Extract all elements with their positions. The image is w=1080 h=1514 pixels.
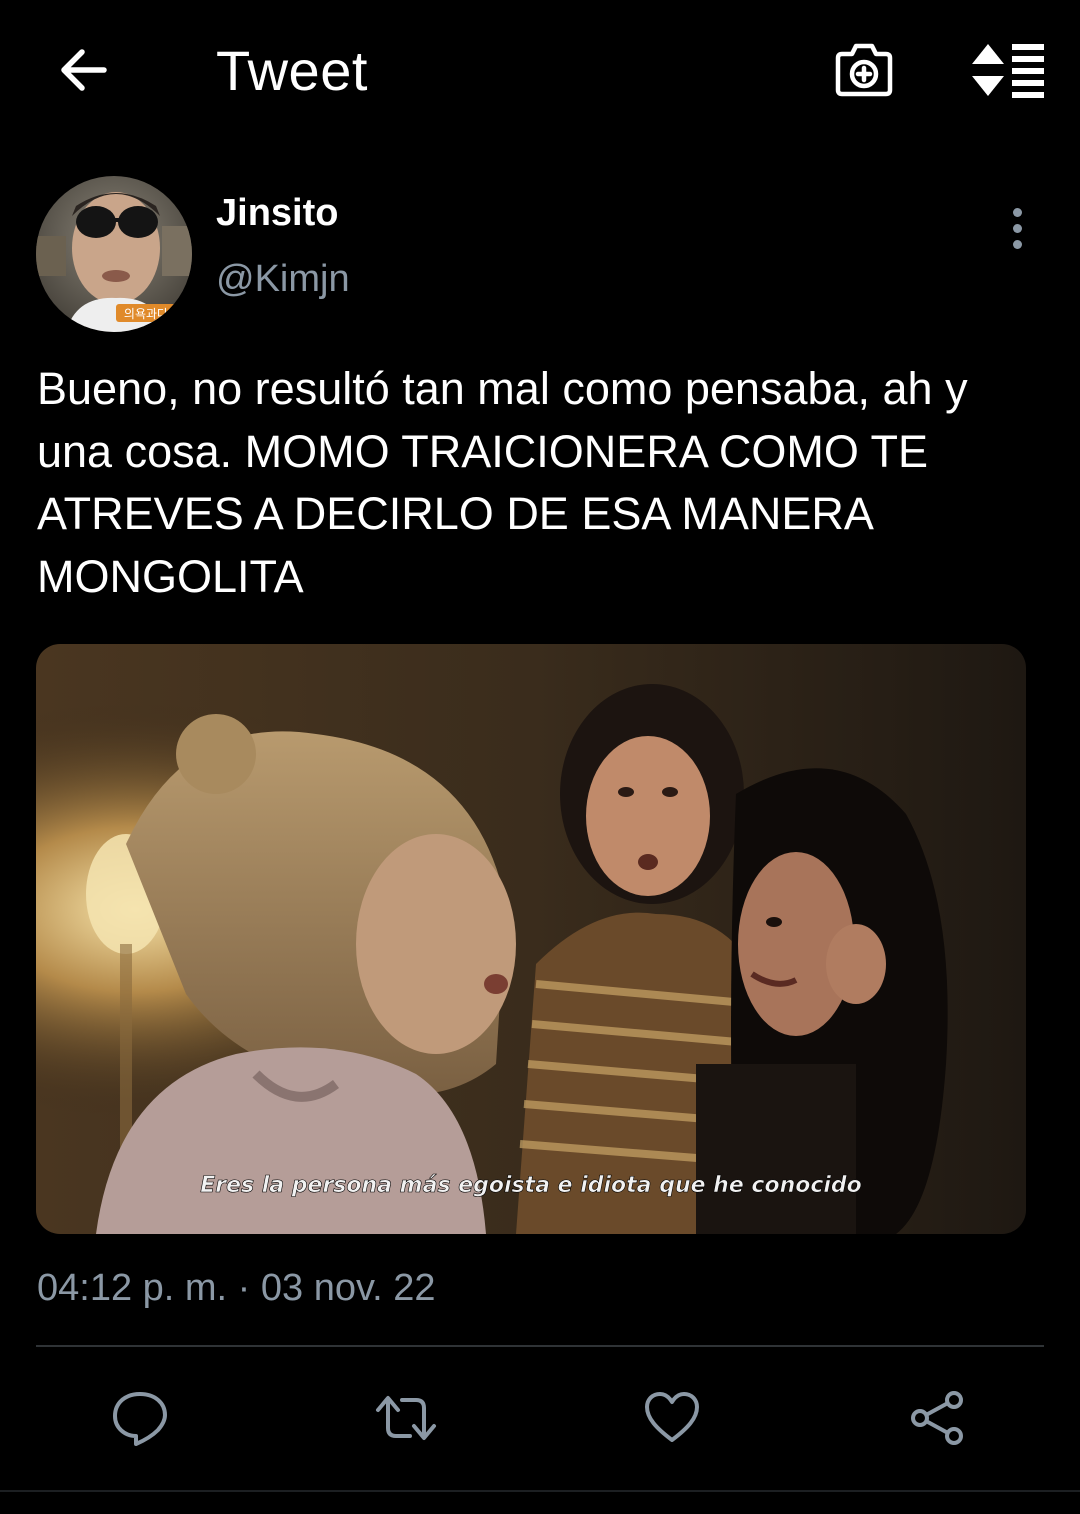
arrow-left-icon xyxy=(61,49,107,91)
sort-reorder-icon xyxy=(972,44,1044,98)
divider xyxy=(36,1345,1044,1347)
author-handle[interactable]: @Kimjn xyxy=(216,256,350,302)
avatar[interactable]: 의욕과다 xyxy=(36,176,192,332)
share-icon xyxy=(911,1391,963,1445)
camera-button[interactable] xyxy=(826,32,902,108)
more-vertical-icon xyxy=(1012,207,1022,217)
more-vertical-icon-dot xyxy=(1012,239,1022,249)
reply-bubble-icon xyxy=(113,1392,167,1446)
like-button[interactable] xyxy=(624,1370,720,1466)
retweet-icon xyxy=(376,1396,436,1440)
heart-icon xyxy=(645,1392,699,1442)
tweet-text: Bueno, no resultó tan mal como pensaba, … xyxy=(37,363,968,602)
media-subtitle: Eres la persona más egoista e idiota que… xyxy=(200,1173,862,1198)
tweet-actions-bar xyxy=(0,1370,1080,1466)
share-button[interactable] xyxy=(890,1370,986,1466)
page-title: Tweet xyxy=(216,39,368,102)
author-display-name[interactable]: Jinsito xyxy=(216,190,338,236)
avatar-caption: 의욕과다 xyxy=(124,307,168,321)
top-app-bar: Tweet xyxy=(0,0,1080,140)
tweet-media-image[interactable]: Eres la persona más egoista e idiota que… xyxy=(36,644,1026,1234)
reply-button[interactable] xyxy=(92,1370,188,1466)
avatar-photo: 의욕과다 xyxy=(36,176,192,332)
media-photo: Eres la persona más egoista e idiota que… xyxy=(36,644,1026,1234)
back-button[interactable] xyxy=(50,36,118,104)
tweet-timestamp[interactable]: 04:12 p. m. · 03 nov. 22 xyxy=(37,1264,436,1312)
more-vertical-icon-dot xyxy=(1012,223,1022,233)
bottom-divider xyxy=(0,1490,1080,1492)
more-options-button[interactable] xyxy=(996,200,1038,256)
retweet-button[interactable] xyxy=(358,1370,454,1466)
camera-plus-icon xyxy=(835,43,893,97)
sort-replies-button[interactable] xyxy=(960,32,1056,108)
